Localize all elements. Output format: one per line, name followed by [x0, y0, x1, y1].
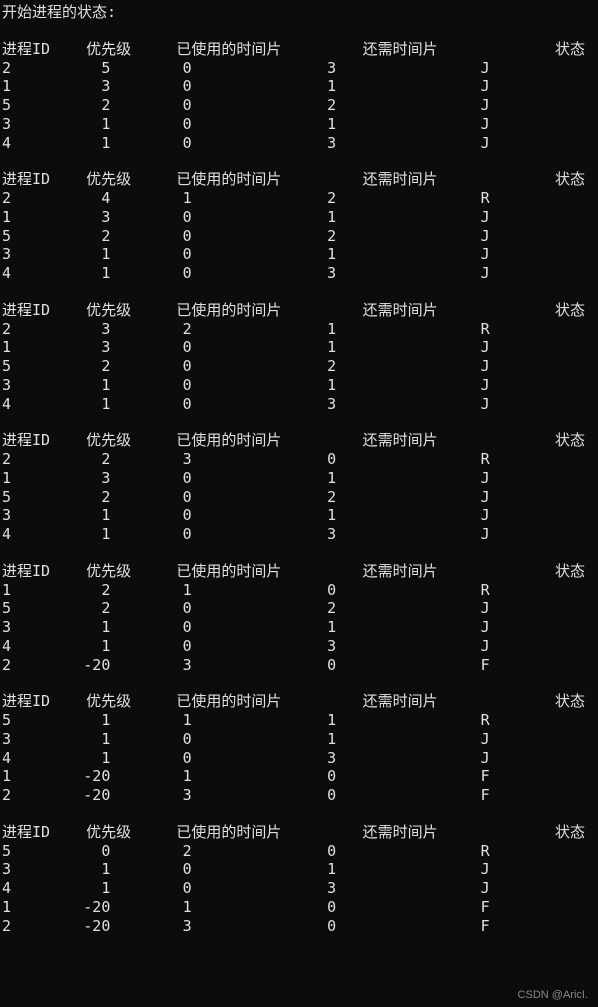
table-block: 进程ID 优先级 已使用的时间片 还需时间片 状态5 0 2 0 R3 1 0 … — [2, 823, 596, 936]
table-row: 4 1 0 3 J — [2, 395, 596, 414]
table-row: 1 3 0 1 J — [2, 77, 596, 96]
table-header-row: 进程ID 优先级 已使用的时间片 还需时间片 状态 — [2, 40, 596, 59]
table-header-row: 进程ID 优先级 已使用的时间片 还需时间片 状态 — [2, 431, 596, 450]
table-row: 5 2 0 2 J — [2, 227, 596, 246]
table-row: 3 1 0 1 J — [2, 730, 596, 749]
table-row: 5 2 0 2 J — [2, 488, 596, 507]
table-row: 4 1 0 3 J — [2, 525, 596, 544]
table-row: 5 2 0 2 J — [2, 96, 596, 115]
table-row: 5 0 2 0 R — [2, 842, 596, 861]
table-row: 4 1 0 3 J — [2, 879, 596, 898]
watermark: CSDN @AricI. — [518, 989, 588, 1003]
title-line: 开始进程的状态: — [2, 3, 596, 22]
table-row: 5 2 0 2 J — [2, 599, 596, 618]
table-row: 3 1 0 1 J — [2, 245, 596, 264]
table-row: 4 1 0 3 J — [2, 637, 596, 656]
table-row: 2 5 0 3 J — [2, 59, 596, 78]
table-row: 3 1 0 1 J — [2, 376, 596, 395]
table-row: 3 1 0 1 J — [2, 618, 596, 637]
blocks-container: 进程ID 优先级 已使用的时间片 还需时间片 状态2 5 0 3 J1 3 0 … — [2, 40, 596, 936]
table-header-row: 进程ID 优先级 已使用的时间片 还需时间片 状态 — [2, 301, 596, 320]
table-header-row: 进程ID 优先级 已使用的时间片 还需时间片 状态 — [2, 823, 596, 842]
table-row: 3 1 0 1 J — [2, 860, 596, 879]
table-row: 2 -20 3 0 F — [2, 786, 596, 805]
table-block: 进程ID 优先级 已使用的时间片 还需时间片 状态2 4 1 2 R1 3 0 … — [2, 170, 596, 283]
table-block: 进程ID 优先级 已使用的时间片 还需时间片 状态2 3 2 1 R1 3 0 … — [2, 301, 596, 414]
table-row: 2 3 2 1 R — [2, 320, 596, 339]
table-header-row: 进程ID 优先级 已使用的时间片 还需时间片 状态 — [2, 562, 596, 581]
table-block: 进程ID 优先级 已使用的时间片 还需时间片 状态2 5 0 3 J1 3 0 … — [2, 40, 596, 153]
table-header-row: 进程ID 优先级 已使用的时间片 还需时间片 状态 — [2, 692, 596, 711]
table-row: 2 4 1 2 R — [2, 189, 596, 208]
table-row: 3 1 0 1 J — [2, 506, 596, 525]
table-block: 进程ID 优先级 已使用的时间片 还需时间片 状态2 2 3 0 R1 3 0 … — [2, 431, 596, 544]
table-header-row: 进程ID 优先级 已使用的时间片 还需时间片 状态 — [2, 170, 596, 189]
table-row: 4 1 0 3 J — [2, 134, 596, 153]
table-row: 1 3 0 1 J — [2, 208, 596, 227]
table-row: 4 1 0 3 J — [2, 264, 596, 283]
table-row: 1 2 1 0 R — [2, 581, 596, 600]
table-row: 2 2 3 0 R — [2, 450, 596, 469]
table-row: 5 1 1 1 R — [2, 711, 596, 730]
table-block: 进程ID 优先级 已使用的时间片 还需时间片 状态1 2 1 0 R5 2 0 … — [2, 562, 596, 675]
table-row: 2 -20 3 0 F — [2, 917, 596, 936]
table-row: 3 1 0 1 J — [2, 115, 596, 134]
terminal-output: 开始进程的状态: 进程ID 优先级 已使用的时间片 还需时间片 状态2 5 0 … — [0, 0, 598, 956]
table-row: 1 -20 1 0 F — [2, 898, 596, 917]
table-block: 进程ID 优先级 已使用的时间片 还需时间片 状态5 1 1 1 R3 1 0 … — [2, 692, 596, 805]
table-row: 1 -20 1 0 F — [2, 767, 596, 786]
table-row: 4 1 0 3 J — [2, 749, 596, 768]
table-row: 2 -20 3 0 F — [2, 656, 596, 675]
table-row: 5 2 0 2 J — [2, 357, 596, 376]
table-row: 1 3 0 1 J — [2, 338, 596, 357]
table-row: 1 3 0 1 J — [2, 469, 596, 488]
